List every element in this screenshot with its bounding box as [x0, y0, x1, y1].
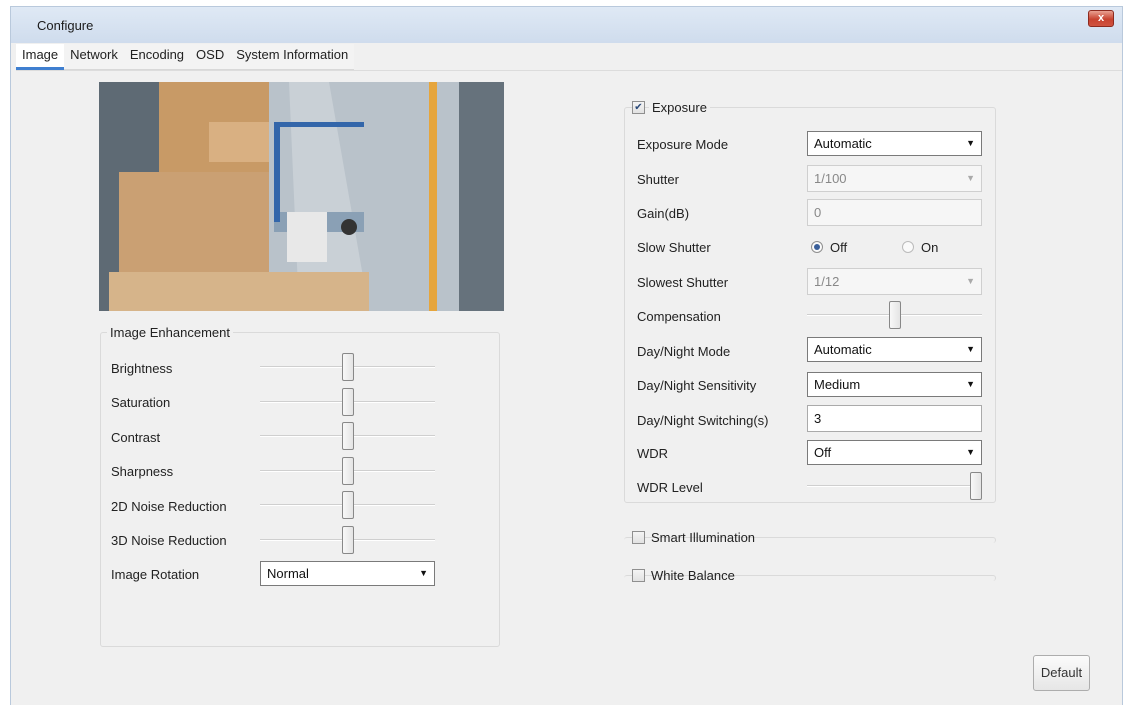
configure-window: Configure x Image Network Encoding OSD S…	[10, 6, 1123, 705]
default-button-label: Default	[1040, 665, 1083, 680]
smart-illumination-label: Smart Illumination	[651, 530, 756, 545]
chevron-down-icon: ▼	[966, 138, 975, 148]
daynight-mode-label: Day/Night Mode	[637, 344, 731, 359]
slider-thumb[interactable]	[341, 491, 354, 519]
daynight-mode-value: Automatic	[814, 342, 872, 357]
chevron-down-icon: ▼	[419, 568, 428, 578]
sharpness-slider[interactable]	[260, 457, 435, 485]
close-button[interactable]: x	[1088, 10, 1114, 27]
default-button[interactable]: Default	[1033, 655, 1090, 691]
white-balance-checkbox[interactable]	[632, 569, 645, 582]
slow-shutter-on-radio[interactable]	[902, 241, 914, 253]
brightness-label: Brightness	[111, 361, 173, 376]
exposure-mode-label: Exposure Mode	[637, 137, 729, 152]
slider-track	[807, 485, 982, 487]
noise-reduction-2d-slider[interactable]	[260, 491, 435, 519]
wdr-label: WDR	[637, 446, 669, 461]
daynight-switching-value: 3	[814, 411, 822, 426]
daynight-mode-select[interactable]: Automatic ▼	[807, 337, 982, 362]
chevron-down-icon: ▼	[966, 173, 975, 183]
noise-reduction-3d-label: 3D Noise Reduction	[111, 533, 227, 548]
slider-thumb[interactable]	[341, 457, 354, 485]
slow-shutter-off-label: Off	[830, 240, 848, 255]
image-rotation-label: Image Rotation	[111, 567, 200, 582]
image-rotation-select[interactable]: Normal ▼	[260, 561, 435, 586]
image-enhancement-group: Image Enhancement Brightness Saturation …	[100, 325, 500, 647]
chevron-down-icon: ▼	[966, 344, 975, 354]
image-settings-panel: Image Enhancement Brightness Saturation …	[11, 71, 1122, 705]
daynight-sensitivity-value: Medium	[814, 377, 861, 392]
slider-thumb[interactable]	[341, 526, 354, 554]
slowest-shutter-select: 1/12 ▼	[807, 268, 982, 295]
wdr-select[interactable]: Off ▼	[807, 440, 982, 465]
slow-shutter-on-label: On	[921, 240, 939, 255]
shutter-value: 1/100	[814, 171, 847, 186]
daynight-sensitivity-select[interactable]: Medium ▼	[807, 372, 982, 397]
slider-thumb[interactable]	[341, 353, 354, 381]
gain-input: 0	[807, 199, 982, 226]
slider-thumb[interactable]	[888, 301, 901, 329]
exposure-mode-value: Automatic	[814, 136, 872, 151]
exposure-checkbox[interactable]: ✔	[632, 101, 645, 114]
gain-value: 0	[814, 205, 822, 220]
tab-image[interactable]: Image	[16, 44, 65, 70]
tab-network[interactable]: Network	[64, 44, 124, 70]
brightness-slider[interactable]	[260, 353, 435, 381]
tab-bar: Image Network Encoding OSD System Inform…	[16, 44, 355, 70]
exposure-group: ✔ Exposure Exposure Mode Automatic ▼ Shu…	[624, 100, 996, 503]
slider-thumb[interactable]	[341, 422, 354, 450]
tab-system-information[interactable]: System Information	[230, 44, 355, 70]
sharpness-label: Sharpness	[111, 464, 174, 479]
noise-reduction-2d-label: 2D Noise Reduction	[111, 499, 227, 514]
tab-encoding[interactable]: Encoding	[123, 44, 191, 70]
slider-thumb[interactable]	[341, 388, 354, 416]
slider-thumb[interactable]	[970, 472, 982, 500]
tab-osd[interactable]: OSD	[190, 44, 231, 70]
slow-shutter-label: Slow Shutter	[637, 240, 711, 255]
saturation-slider[interactable]	[260, 388, 435, 416]
exposure-title: Exposure	[649, 100, 710, 115]
contrast-label: Contrast	[111, 430, 161, 445]
white-balance-label: White Balance	[651, 568, 735, 583]
wdr-value: Off	[814, 445, 832, 460]
slowest-shutter-value: 1/12	[814, 274, 840, 289]
window-title: Configure	[37, 18, 94, 33]
slowest-shutter-label: Slowest Shutter	[637, 275, 729, 290]
smart-illumination-checkbox[interactable]	[632, 531, 645, 544]
daynight-switching-input[interactable]: 3	[807, 405, 982, 432]
close-icon: x	[1097, 12, 1105, 24]
chevron-down-icon: ▼	[966, 447, 975, 457]
saturation-label: Saturation	[111, 395, 171, 410]
contrast-slider[interactable]	[260, 422, 435, 450]
slow-shutter-off-radio[interactable]	[811, 241, 823, 253]
wdr-level-label: WDR Level	[637, 480, 703, 495]
exposure-mode-select[interactable]: Automatic ▼	[807, 131, 982, 156]
compensation-label: Compensation	[637, 309, 721, 324]
check-icon: ✔	[634, 102, 643, 113]
shutter-select: 1/100 ▼	[807, 165, 982, 192]
noise-reduction-3d-slider[interactable]	[260, 526, 435, 554]
wdr-level-slider[interactable]	[807, 472, 982, 500]
daynight-sensitivity-label: Day/Night Sensitivity	[637, 378, 757, 393]
title-bar: Configure x	[11, 7, 1122, 43]
camera-preview	[99, 82, 504, 311]
daynight-switching-label: Day/Night Switching(s)	[637, 413, 769, 428]
image-enhancement-title: Image Enhancement	[107, 325, 233, 340]
gain-label: Gain(dB)	[637, 206, 690, 221]
chevron-down-icon: ▼	[966, 379, 975, 389]
chevron-down-icon: ▼	[966, 276, 975, 286]
compensation-slider[interactable]	[807, 301, 982, 329]
shutter-label: Shutter	[637, 172, 679, 187]
image-rotation-value: Normal	[267, 566, 309, 581]
